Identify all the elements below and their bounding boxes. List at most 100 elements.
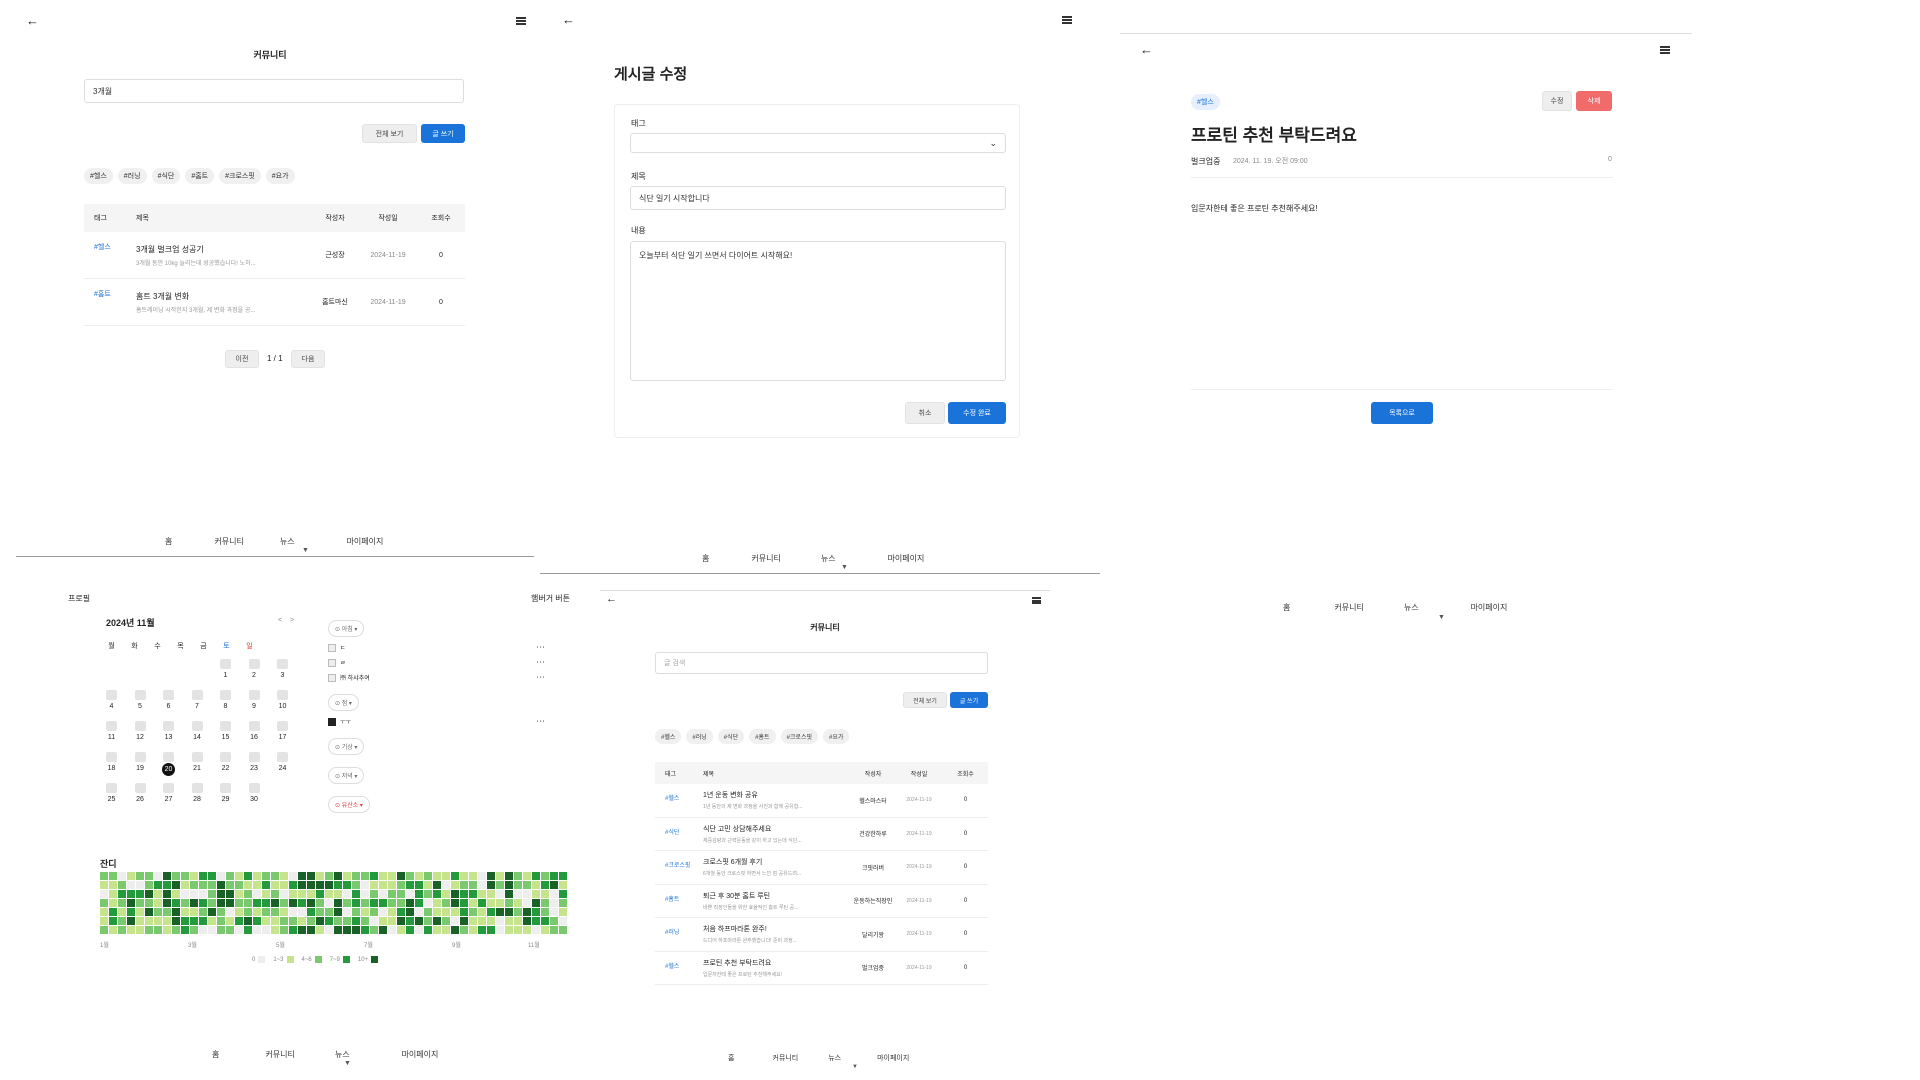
nav-community[interactable]: 커뮤니티 bbox=[751, 553, 780, 564]
calendar-day[interactable]: 2 bbox=[243, 659, 266, 684]
tag-filter[interactable]: #요가 bbox=[822, 729, 850, 744]
table-row[interactable]: #헬스 프로틴 추천 부탁드려요 입문자한테 좋은 프로틴 추천해주세요! 벌크업중 2… bbox=[655, 952, 988, 985]
nav-home[interactable]: 홈 bbox=[165, 536, 172, 547]
calendar-day[interactable]: 8 bbox=[214, 690, 237, 715]
nav-mypage[interactable]: 마이페이지 bbox=[347, 536, 384, 547]
nav-community[interactable]: 커뮤니티 bbox=[214, 536, 243, 547]
calendar-day[interactable]: 11 bbox=[100, 721, 123, 746]
calendar-day[interactable]: 15 bbox=[214, 721, 237, 746]
table-row[interactable]: #홈트 퇴근 후 30분 홈트 루틴 바쁜 직장인들을 위한 효율적인 홈트 루틴 … bbox=[655, 885, 988, 918]
more-icon[interactable]: ⋯ bbox=[536, 716, 545, 727]
back-arrow-icon[interactable]: ← bbox=[26, 13, 39, 28]
view-all-button[interactable]: 전체 보기 bbox=[903, 692, 947, 708]
write-button[interactable]: 글 쓰기 bbox=[950, 692, 988, 708]
calendar-day[interactable]: 4 bbox=[100, 690, 123, 715]
tag-filter[interactable]: #요가 bbox=[265, 168, 295, 184]
nav-mypage[interactable]: 마이페이지 bbox=[402, 1049, 439, 1060]
search-input[interactable]: 3개월 bbox=[84, 79, 464, 103]
table-row[interactable]: #러닝 처음 하프마라톤 완주! 드디어 하프마라톤 완주했습니다! 준비 과정..… bbox=[655, 918, 988, 952]
tag-filter[interactable]: #식단 bbox=[151, 168, 181, 184]
tag-filter[interactable]: #홈트 bbox=[185, 168, 215, 184]
back-to-list-button[interactable]: 목록으로 bbox=[1371, 402, 1433, 424]
tag-filter[interactable]: #식단 bbox=[717, 729, 745, 744]
nav-news[interactable]: 뉴스 bbox=[280, 536, 295, 547]
todo-group-pill[interactable]: ⊙ 기상 ▾ bbox=[328, 738, 365, 755]
calendar-day[interactable]: 12 bbox=[129, 721, 152, 746]
back-arrow-icon[interactable]: ← bbox=[606, 593, 617, 605]
menu-icon[interactable] bbox=[1032, 597, 1041, 604]
todo-group-pill[interactable]: ⊙ 점 ▾ bbox=[328, 694, 359, 711]
nav-mypage[interactable]: 마이페이지 bbox=[877, 1053, 909, 1063]
nav-community[interactable]: 커뮤니티 bbox=[772, 1053, 798, 1063]
nav-news[interactable]: 뉴스 bbox=[828, 1053, 841, 1063]
next-month-icon[interactable]: > bbox=[290, 617, 294, 624]
calendar-day[interactable]: 7 bbox=[186, 690, 209, 715]
tag-select[interactable]: ⌄ bbox=[630, 133, 1006, 153]
prev-month-icon[interactable]: < bbox=[278, 617, 282, 624]
write-button[interactable]: 글 쓰기 bbox=[421, 124, 465, 143]
calendar-day[interactable]: 10 bbox=[271, 690, 294, 715]
nav-home[interactable]: 홈 bbox=[728, 1053, 734, 1063]
nav-home[interactable]: 홈 bbox=[702, 553, 709, 564]
calendar-day[interactable]: 6 bbox=[157, 690, 180, 715]
calendar-day[interactable]: 13 bbox=[157, 721, 180, 746]
nav-news[interactable]: 뉴스 bbox=[335, 1049, 350, 1060]
todo-group-pill[interactable]: ⊙ 아침 ▾ bbox=[328, 620, 365, 637]
back-arrow-icon[interactable]: ← bbox=[562, 12, 575, 27]
delete-button[interactable]: 삭제 bbox=[1576, 91, 1612, 111]
view-all-button[interactable]: 전체 보기 bbox=[362, 124, 417, 143]
todo-checkbox[interactable] bbox=[328, 673, 336, 682]
menu-icon[interactable] bbox=[1062, 16, 1072, 24]
nav-news[interactable]: 뉴스 bbox=[1404, 602, 1419, 613]
prev-page-button[interactable]: 이전 bbox=[225, 350, 259, 368]
calendar-day[interactable]: 20 bbox=[157, 752, 180, 777]
todo-group-pill[interactable]: ⊙ 저녁 ▾ bbox=[328, 767, 365, 784]
back-arrow-icon[interactable]: ← bbox=[1140, 42, 1153, 57]
calendar-day[interactable]: 22 bbox=[214, 752, 237, 777]
tag-filter[interactable]: #크로스핏 bbox=[780, 729, 818, 744]
nav-home[interactable]: 홈 bbox=[1283, 602, 1290, 613]
todo-item[interactable]: ㅜㅜ ⋯ bbox=[328, 716, 545, 727]
todo-group-pill[interactable]: ⊙ 유산소 ▾ bbox=[328, 796, 370, 813]
calendar-day[interactable]: 24 bbox=[271, 752, 294, 777]
table-row[interactable]: #헬스 3개월 벌크업 성공기 3개월 동안 10kg 늘리는데 성공했습니다! … bbox=[84, 232, 465, 279]
calendar-day[interactable]: 30 bbox=[243, 783, 266, 808]
calendar-day[interactable]: 19 bbox=[129, 752, 152, 777]
more-icon[interactable]: ⋯ bbox=[536, 642, 545, 653]
nav-mypage[interactable]: 마이페이지 bbox=[888, 553, 925, 564]
submit-button[interactable]: 수정 완료 bbox=[948, 402, 1006, 424]
calendar-day[interactable]: 1 bbox=[214, 659, 237, 684]
more-icon[interactable]: ⋯ bbox=[536, 657, 545, 668]
tag-filter[interactable]: #크로스핏 bbox=[219, 168, 261, 184]
hamburger-button[interactable]: 햄버거 버튼 bbox=[531, 593, 570, 604]
content-textarea[interactable]: 오늘부터 식단 일기 쓰면서 다이어트 시작해요! bbox=[630, 241, 1006, 381]
table-row[interactable]: #식단 식단 고민 상담해주세요 체중감량과 근력운동을 같이 하고 있는데 식단.… bbox=[655, 818, 988, 851]
nav-community[interactable]: 커뮤니티 bbox=[265, 1049, 294, 1060]
menu-icon[interactable] bbox=[516, 17, 526, 25]
tag-filter[interactable]: #홈트 bbox=[749, 729, 776, 744]
table-row[interactable]: #홈트 홈트 3개월 변화 홈트레이닝 시작한지 3개월, 제 변화 과정을 공.… bbox=[84, 279, 465, 326]
tag-filter[interactable]: #러닝 bbox=[117, 168, 147, 184]
cancel-button[interactable]: 취소 bbox=[905, 402, 945, 424]
calendar-day[interactable]: 16 bbox=[243, 721, 266, 746]
title-input[interactable]: 식단 일기 시작합니다 bbox=[630, 186, 1006, 210]
todo-checkbox[interactable] bbox=[328, 643, 336, 652]
next-page-button[interactable]: 다음 bbox=[291, 350, 325, 368]
more-icon[interactable]: ⋯ bbox=[536, 672, 545, 683]
calendar-day[interactable]: 18 bbox=[100, 752, 123, 777]
nav-news[interactable]: 뉴스 bbox=[821, 553, 836, 564]
tag-filter[interactable]: #러닝 bbox=[686, 729, 713, 744]
calendar-day[interactable]: 3 bbox=[271, 659, 294, 684]
calendar-day[interactable]: 17 bbox=[271, 721, 294, 746]
todo-checkbox[interactable] bbox=[328, 658, 336, 667]
table-row[interactable]: #크로스핏 크로스핏 6개월 후기 6개월 동안 크로스핏 하면서 느낀 점 공유드… bbox=[655, 851, 988, 885]
edit-button[interactable]: 수정 bbox=[1542, 91, 1572, 111]
calendar-day[interactable]: 28 bbox=[186, 783, 209, 808]
table-row[interactable]: #헬스 1년 운동 변화 공유 1년 동안의 제 변화 과정을 사진과 함께 공유합… bbox=[655, 784, 988, 818]
tag-filter[interactable]: #헬스 bbox=[84, 168, 113, 184]
calendar-day[interactable]: 29 bbox=[214, 783, 237, 808]
calendar-day[interactable]: 23 bbox=[243, 752, 266, 777]
todo-checkbox[interactable] bbox=[328, 717, 336, 726]
menu-icon[interactable] bbox=[1660, 46, 1670, 54]
calendar-day[interactable]: 21 bbox=[186, 752, 209, 777]
